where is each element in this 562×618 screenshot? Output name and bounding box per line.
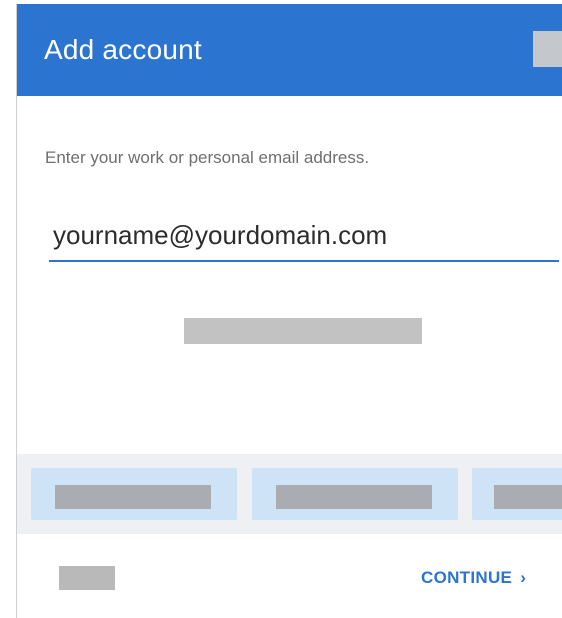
provider-button-1[interactable] [31, 468, 237, 520]
provider-button-3[interactable] [472, 468, 562, 520]
footer-left-button[interactable] [59, 566, 115, 590]
continue-button[interactable]: CONTINUE › [421, 568, 526, 588]
dialog-title: Add account [44, 34, 202, 65]
provider-button-2-label [276, 485, 432, 509]
add-account-dialog: Add account Enter your work or personal … [16, 4, 562, 618]
dialog-header: Add account [17, 4, 562, 96]
header-action-button[interactable] [533, 31, 562, 67]
dialog-footer: CONTINUE › [17, 534, 562, 618]
provider-button-2[interactable] [252, 468, 458, 520]
provider-button-3-label [494, 485, 562, 509]
provider-buttons-area [17, 454, 562, 534]
email-field[interactable] [49, 210, 559, 262]
provider-button-1-label [55, 485, 211, 509]
chevron-right-icon: › [520, 568, 527, 587]
email-prompt: Enter your work or personal email addres… [45, 148, 370, 167]
redacted-link[interactable] [184, 318, 422, 344]
continue-label: CONTINUE [421, 568, 513, 587]
